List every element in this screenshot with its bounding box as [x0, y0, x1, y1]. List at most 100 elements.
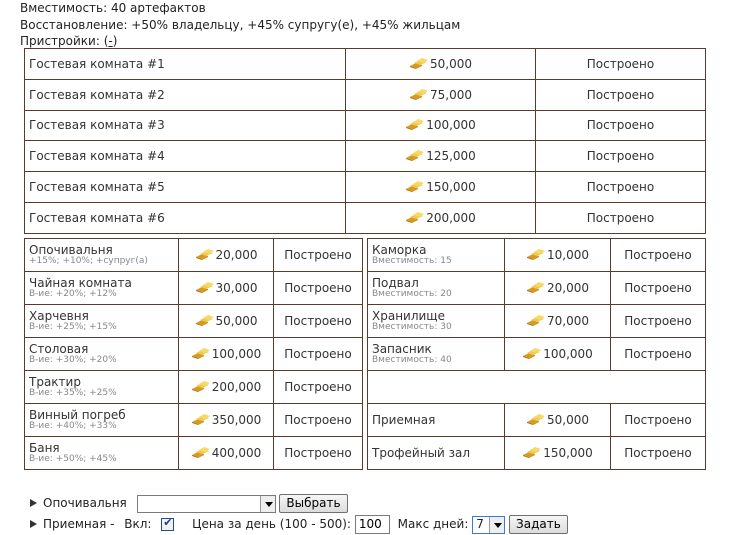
price-value: 30,000	[215, 281, 258, 295]
gold-bars-icon	[195, 282, 214, 293]
price-value: 20,000	[547, 281, 589, 295]
price-value: 200,000	[211, 380, 262, 394]
room-name-text: Баня	[29, 441, 60, 455]
table-row: Гостевая комната #1 50,000 Построено	[24, 48, 706, 80]
price-value: 100,000	[543, 347, 593, 361]
room-price: 20,000	[504, 271, 611, 305]
room-status: Построено	[535, 171, 706, 203]
house-info: Вместимость: 40 артефактов Восстановлени…	[20, 0, 460, 50]
room-status: Построено	[610, 304, 706, 338]
room-status: Построено	[535, 78, 706, 111]
table-row: Трофейный зал 150,000 Построено	[367, 436, 706, 470]
room-name: Гостевая комната #1	[24, 48, 346, 80]
room-price: 125,000	[345, 140, 536, 173]
room-bonus-text: В-ие: +35%; +25%	[29, 388, 117, 398]
price-input[interactable]: 100	[354, 515, 390, 534]
price-value: 20,000	[215, 248, 258, 262]
room-name: Гостевая комната #2	[24, 78, 346, 111]
room-name: Гостевая комната #5	[24, 171, 346, 203]
table-row: Трактир В-ие: +35%; +25% 200,000 Построено	[24, 370, 363, 404]
table-row: Гостевая комната #3 100,000 Построено	[24, 109, 706, 142]
table-row: Опочивальня +15%; +10%; +супруг(а) 20,000 П…	[24, 238, 363, 272]
room-name-text: Винный погреб	[29, 408, 126, 422]
choose-button[interactable]: Выбрать	[279, 494, 348, 513]
gold-bars-icon	[195, 249, 214, 260]
room-status: Построено	[273, 403, 363, 437]
room-name-text: Хранилище	[372, 309, 445, 323]
table-row: Гостевая комната #5 150,000 Построено	[24, 171, 706, 203]
table-row: Гостевая комната #4 125,000 Построено	[24, 140, 706, 173]
room-price: 100,000	[178, 337, 274, 371]
room-name-text: Приемная	[372, 413, 436, 427]
room-status: Построено	[273, 238, 363, 272]
room-name: Трофейный зал	[367, 436, 505, 470]
room-name-text: Опочивальня	[29, 243, 113, 257]
room-bonus-text: В-ие: +50%; +45%	[29, 454, 117, 464]
gold-bars-icon	[191, 414, 210, 425]
room-status: Построено	[535, 48, 706, 80]
table-row: Винный погреб В-ие: +40%; +33% 350,000 Пост…	[24, 403, 363, 437]
chevron-down-icon[interactable]	[489, 516, 505, 533]
room-name: Приемная	[367, 403, 505, 437]
room-price: 10,000	[504, 238, 611, 272]
room-bonus-text: Вместимость: 20	[372, 289, 452, 299]
table-row: Запасник Вместимость: 40 100,000 Построено	[367, 337, 706, 371]
gold-bars-icon	[410, 57, 428, 69]
max-days-select[interactable]: 7	[472, 515, 506, 534]
room-name: Чайная комната В-ие: +20%; +12%	[24, 271, 179, 305]
room-status: Построено	[535, 109, 706, 142]
comfort-rooms-table: Опочивальня +15%; +10%; +супруг(а) 20,000 П…	[24, 238, 363, 470]
table-row: Гостевая комната #2 75,000 Построено	[24, 78, 706, 111]
price-value: 10,000	[547, 248, 589, 262]
set-button[interactable]: Задать	[509, 515, 568, 534]
annex-toggle-link[interactable]: -	[108, 34, 112, 48]
empty-cell	[367, 370, 706, 404]
room-name: Столовая В-ие: +30%; +20%	[24, 337, 179, 371]
price-value: 50,000	[547, 413, 589, 427]
gold-bars-icon	[523, 447, 542, 458]
room-price: 150,000	[345, 171, 536, 203]
annex-label: Пристройки:	[20, 34, 100, 48]
triangle-right-icon	[30, 499, 37, 507]
room-price: 100,000	[345, 109, 536, 142]
gold-bars-icon	[527, 414, 545, 425]
room-name: Хранилище Вместимость: 30	[367, 304, 505, 338]
room-status: Построено	[273, 337, 363, 371]
gold-bars-icon	[406, 119, 425, 131]
room-status: Построено	[273, 436, 363, 470]
room-name-text: Харчевня	[29, 309, 89, 323]
room-name: Трактир В-ие: +35%; +25%	[24, 370, 179, 404]
gold-bars-icon	[191, 381, 210, 392]
room-name: Гостевая комната #4	[24, 140, 346, 173]
reception-label: Приемная -	[43, 517, 115, 531]
price-label: Цена за день (100 - 500):	[192, 517, 351, 531]
room-name-text: Запасник	[372, 342, 432, 356]
room-bonus-text: В-ие: +30%; +20%	[29, 355, 117, 365]
room-price: 20,000	[178, 238, 274, 272]
room-bonus-text: Вместимость: 30	[372, 322, 452, 332]
chevron-down-icon[interactable]	[259, 495, 275, 512]
room-name: Винный погреб В-ие: +40%; +33%	[24, 403, 179, 437]
bedroom-select[interactable]	[136, 494, 276, 513]
enabled-label: Вкл:	[124, 517, 152, 531]
price-value: 70,000	[547, 314, 589, 328]
room-bonus-text: Вместимость: 15	[372, 256, 452, 266]
room-price: 75,000	[345, 78, 536, 111]
price-value: 100,000	[211, 347, 262, 361]
gold-bars-icon	[527, 249, 545, 260]
room-price: 400,000	[178, 436, 274, 470]
room-name-text: Чайная комната	[29, 276, 132, 290]
room-bonus-text: В-ие: +20%; +12%	[29, 289, 117, 299]
room-name: Баня В-ие: +50%; +45%	[24, 436, 179, 470]
room-status: Построено	[535, 140, 706, 173]
room-name: Харчевня В-ие: +25%; +15%	[24, 304, 179, 338]
room-price: 50,000	[178, 304, 274, 338]
table-row: Каморка Вместимость: 15 10,000 Построено	[367, 238, 706, 272]
room-status: Построено	[610, 403, 706, 437]
room-name: Гостевая комната #3	[24, 109, 346, 142]
price-value: 50,000	[215, 314, 258, 328]
enabled-checkbox[interactable]	[161, 516, 175, 531]
gold-bars-icon	[191, 447, 210, 458]
table-row	[367, 370, 706, 404]
gold-bars-icon	[406, 150, 425, 162]
